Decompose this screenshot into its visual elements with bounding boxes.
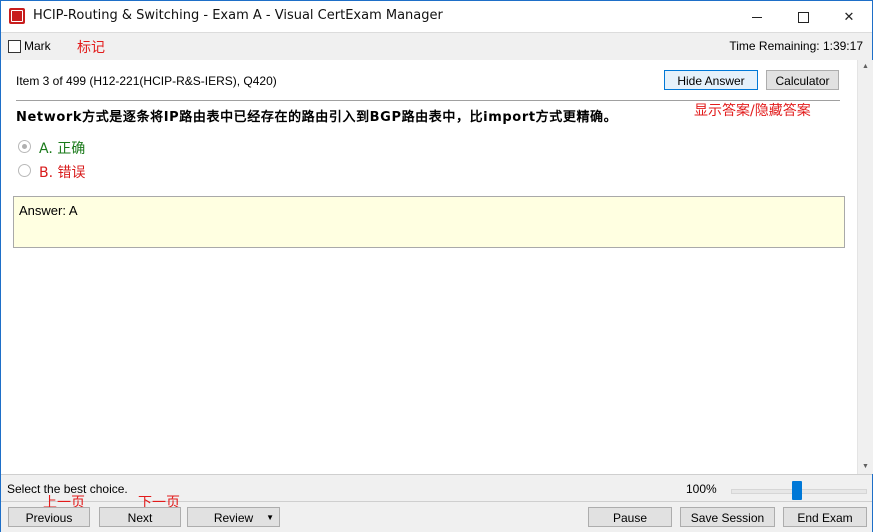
- top-toolbar: Mark 标记 Time Remaining: 1:39:17: [1, 32, 872, 61]
- dropdown-caret-icon[interactable]: ▼: [266, 508, 274, 528]
- minimize-button[interactable]: [734, 1, 780, 32]
- option-a-label: 正确: [57, 141, 86, 157]
- question-text: Network方式是逐条将IP路由表中已经存在的路由引入到BGP路由表中，比im…: [16, 110, 618, 125]
- option-a-text: A. 正确: [39, 138, 85, 158]
- mark-label[interactable]: Mark: [24, 39, 51, 53]
- option-b-letter: B.: [39, 165, 54, 181]
- hide-answer-button[interactable]: Hide Answer: [664, 70, 758, 90]
- close-button[interactable]: ✕: [826, 1, 872, 32]
- app-logo-icon: [9, 8, 25, 24]
- maximize-button[interactable]: [780, 1, 826, 32]
- status-bar: Select the best choice. 100%: [1, 474, 872, 501]
- option-a-radio[interactable]: [18, 140, 31, 153]
- scroll-up-arrow-icon[interactable]: ▲: [858, 60, 873, 74]
- answer-text: Answer: A: [19, 203, 78, 218]
- option-b-label: 错误: [57, 165, 86, 181]
- option-a-letter: A.: [39, 141, 53, 157]
- time-remaining-label: Time Remaining:: [729, 39, 820, 53]
- answer-box: Answer: A: [13, 196, 845, 248]
- mark-checkbox[interactable]: [8, 40, 21, 53]
- window-title: HCIP-Routing & Switching - Exam A - Visu…: [33, 8, 443, 23]
- app-window: HCIP-Routing & Switching - Exam A - Visu…: [0, 0, 873, 532]
- title-bar: HCIP-Routing & Switching - Exam A - Visu…: [1, 1, 872, 32]
- review-label: Review: [213, 511, 254, 525]
- previous-button[interactable]: Previous: [8, 507, 90, 527]
- show-hide-annotation: 显示答案/隐藏答案: [694, 103, 811, 119]
- pause-button[interactable]: Pause: [588, 507, 672, 527]
- zoom-level: 100%: [686, 482, 717, 496]
- maximize-icon: [797, 12, 809, 24]
- close-icon: ✕: [843, 9, 855, 24]
- end-exam-button[interactable]: End Exam: [783, 507, 867, 527]
- next-button[interactable]: Next: [99, 507, 181, 527]
- review-button[interactable]: Review ▼: [187, 507, 280, 527]
- option-b-radio[interactable]: [18, 164, 31, 177]
- scroll-down-arrow-icon[interactable]: ▼: [858, 460, 873, 474]
- time-remaining: Time Remaining: 1:39:17: [729, 39, 863, 53]
- calculator-button[interactable]: Calculator: [766, 70, 839, 90]
- option-b-text: B. 错误: [39, 162, 86, 182]
- navigation-bar: 上一页 下一页 Previous Next Review ▼ Pause Sav…: [1, 495, 872, 532]
- question-panel: Item 3 of 499 (H12-221(HCIP-R&S-IERS), Q…: [1, 60, 857, 474]
- save-session-button[interactable]: Save Session: [680, 507, 775, 527]
- minimize-icon: [752, 17, 762, 19]
- mark-annotation: 标记: [77, 40, 105, 56]
- item-info: Item 3 of 499 (H12-221(HCIP-R&S-IERS), Q…: [16, 74, 277, 88]
- vertical-scrollbar[interactable]: ▲ ▼: [857, 60, 873, 474]
- zoom-slider-thumb[interactable]: [792, 481, 802, 500]
- time-remaining-value: 1:39:17: [822, 39, 863, 53]
